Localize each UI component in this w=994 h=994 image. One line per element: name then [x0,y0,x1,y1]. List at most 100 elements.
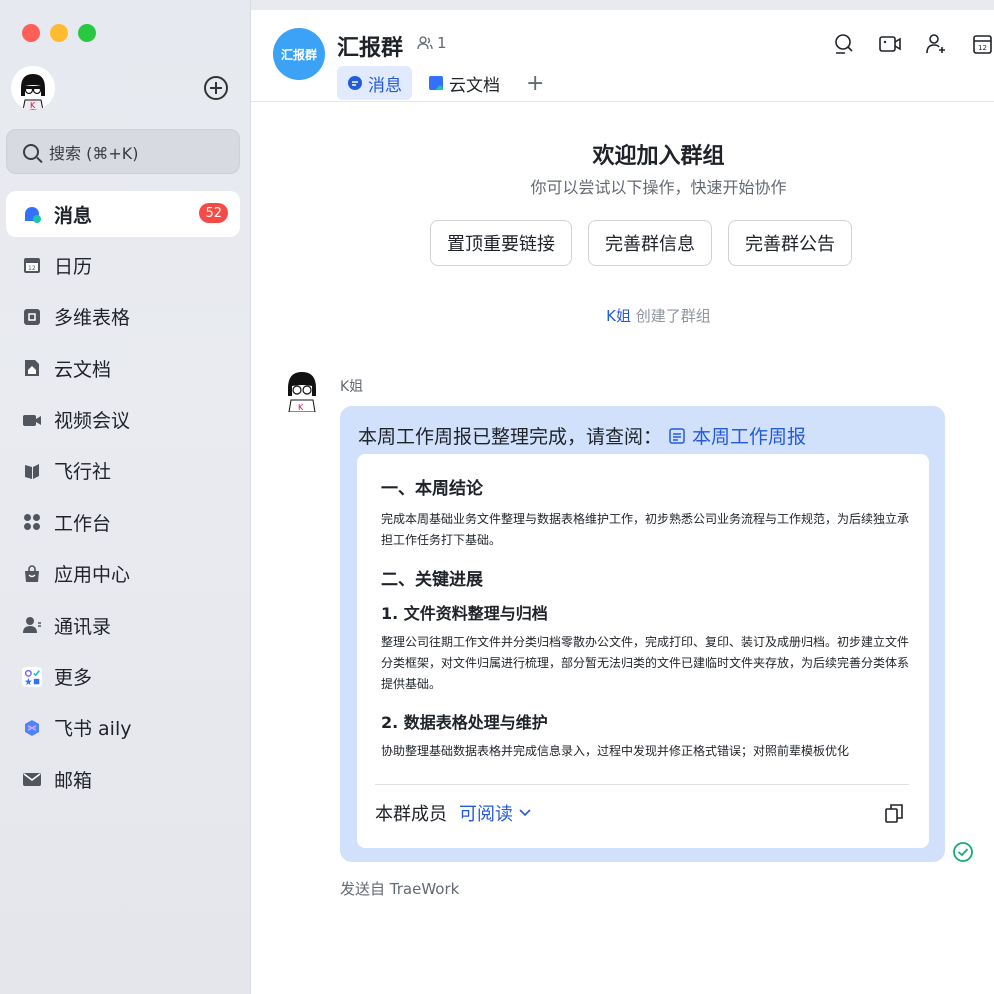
docs-icon [429,76,443,90]
sidebar-item-app-center[interactable]: 应用中心 [6,551,240,597]
search-placeholder: 搜索 (⌘+K) [49,143,139,163]
message-bubble: 本周工作周报已整理完成，请查阅： 本周工作周报 一、本周结论 完成本周基础业务文… [340,406,945,862]
pin-links-button[interactable]: 置顶重要链接 [430,220,572,266]
sidebar-item-label: 通讯录 [54,615,112,638]
member-count[interactable]: 1 [417,34,447,52]
read-status-icon [953,842,973,862]
subsection-heading: 2. 数据表格处理与维护 [381,713,548,732]
chat-header: 汇报群 汇报群 1 12 消息 云文档 + [251,10,994,102]
group-avatar[interactable]: 汇报群 [273,28,325,80]
copy-icon[interactable] [883,802,905,824]
doc-link[interactable]: 本周工作周报 [668,422,806,449]
doc-preview-content: 一、本周结论 完成本周基础业务文件整理与数据表格维护工作，初步熟悉公司业务流程与… [381,474,911,764]
sidebar-item-label: 邮箱 [54,769,93,792]
svg-text:K: K [298,403,304,412]
message-icon [348,76,362,90]
svg-text:12: 12 [978,44,987,52]
docs-icon [22,358,42,378]
add-button[interactable] [204,76,228,100]
sidebar: K 搜索 (⌘+K) 消息 52 12 日历 多维表格 云文档 视频会议 飞行社… [0,0,251,994]
welcome-subtitle: 你可以尝试以下操作，快速开始协作 [530,178,787,197]
sidebar-item-mail[interactable]: 邮箱 [6,756,240,802]
tab-messages[interactable]: 消息 [337,66,412,100]
permission-dropdown[interactable]: 可阅读 [459,800,531,826]
sender-name[interactable]: K姐 [340,376,363,396]
doc-preview-card[interactable]: 一、本周结论 完成本周基础业务文件整理与数据表格维护工作，初步熟悉公司业务流程与… [357,454,929,848]
sidebar-item-workplace[interactable]: 工作台 [6,499,240,545]
sidebar-item-docs[interactable]: 云文档 [6,345,240,391]
sidebar-item-label: 飞书 aily [54,718,132,741]
sidebar-item-video-meeting[interactable]: 视频会议 [6,397,240,443]
close-window-button[interactable] [22,24,40,42]
message-icon [22,204,42,224]
system-message-text: 创建了群组 [635,307,711,325]
sent-from-label: 发送自 TraeWork [340,880,460,898]
sidebar-item-flight-club[interactable]: 飞行社 [6,448,240,494]
sidebar-item-label: 更多 [54,667,93,690]
group-info-button[interactable]: 完善群信息 [588,220,712,266]
chat-tabs: 消息 云文档 + [337,66,554,100]
unread-badge: 52 [199,203,228,223]
flight-club-icon [22,461,42,481]
subsection-paragraph: 整理公司往期工作文件并分类归档零散办公文件，完成打印、复印、装订及成册归档。初步… [381,635,910,691]
section-heading: 一、本周结论 [381,479,483,499]
chat-panel: 汇报群 汇报群 1 12 消息 云文档 + 欢迎加入群组 你可以尝试以下操作，快… [251,0,994,994]
sidebar-item-label: 飞行社 [54,461,112,484]
workplace-icon [22,512,42,532]
chevron-down-icon [519,809,531,817]
doc-link-title: 本周工作周报 [692,426,807,448]
tab-docs[interactable]: 云文档 [418,66,510,100]
doc-permission-row: 本群成员 可阅读 [375,800,531,826]
sender-avatar[interactable]: K [284,368,320,413]
header-toolbar: 12 [832,32,994,56]
group-name[interactable]: 汇报群 [337,30,403,62]
top-strip [251,0,994,10]
members-icon [417,36,433,50]
sidebar-item-more[interactable]: 更多 [6,654,240,700]
svg-text:12: 12 [28,265,36,272]
calendar-icon[interactable]: 12 [970,32,994,56]
calendar-icon: 12 [22,255,42,275]
app-center-icon [22,564,42,584]
contacts-icon [22,615,42,635]
sidebar-item-label: 消息 [54,204,93,227]
user-avatar[interactable]: K [11,66,55,110]
search-input[interactable]: 搜索 (⌘+K) [6,129,240,174]
system-message-user[interactable]: K姐 [606,307,631,325]
video-meeting-icon [22,410,42,430]
section-heading: 二、关键进展 [381,570,483,590]
add-tab-button[interactable]: + [516,71,554,96]
sidebar-nav: 消息 52 12 日历 多维表格 云文档 视频会议 飞行社 工作台 应用中心 通… [6,191,240,808]
mail-icon [22,769,42,789]
sidebar-item-base[interactable]: 多维表格 [6,294,240,340]
svg-text:K: K [30,101,36,110]
divider [375,784,909,785]
message-text: 本周工作周报已整理完成，请查阅： 本周工作周报 [358,422,806,449]
quick-actions: 置顶重要链接 完善群信息 完善群公告 [430,220,852,266]
sidebar-item-calendar[interactable]: 12 日历 [6,242,240,288]
doc-icon [669,427,685,444]
video-call-icon[interactable] [878,32,902,56]
plus-icon [210,82,222,94]
message-text-content: 本周工作周报已整理完成，请查阅： [358,426,663,448]
more-icon [22,666,42,687]
sidebar-item-messages[interactable]: 消息 52 [6,191,240,237]
member-count-value: 1 [437,34,447,52]
group-notice-button[interactable]: 完善群公告 [728,220,852,266]
section-paragraph: 完成本周基础业务文件整理与数据表格维护工作，初步熟悉公司业务流程与工作规范，为后… [381,512,910,547]
sidebar-item-label: 应用中心 [54,564,131,587]
zoom-window-button[interactable] [78,24,96,42]
add-member-icon[interactable] [924,32,948,56]
base-icon [22,307,42,327]
window-controls [22,24,96,42]
tab-label: 消息 [368,75,402,96]
tab-label: 云文档 [449,75,500,96]
sidebar-item-label: 视频会议 [54,410,131,433]
sidebar-item-contacts[interactable]: 通讯录 [6,602,240,648]
search-icon[interactable] [832,32,856,56]
sidebar-item-aily[interactable]: 飞书 aily [6,705,240,751]
subsection-heading: 1. 文件资料整理与归档 [381,604,548,623]
system-message: K姐 创建了群组 [251,305,994,326]
permission-value: 可阅读 [459,804,513,825]
minimize-window-button[interactable] [50,24,68,42]
